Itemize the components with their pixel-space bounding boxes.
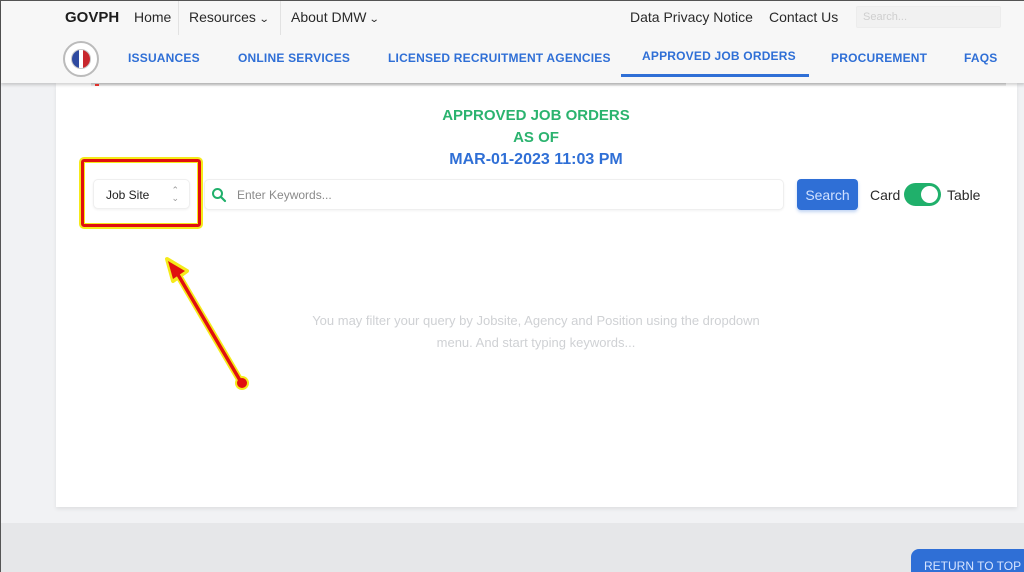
search-icon [212,188,227,203]
keyword-input[interactable] [237,185,767,205]
site-search-input[interactable] [856,6,1001,28]
nav-home-link[interactable]: Home [134,9,171,25]
tab-issuances[interactable]: ISSUANCES [128,51,200,65]
chevron-down-icon: ⌄ [258,14,270,25]
page-title: APPROVED JOB ORDERS [442,107,630,124]
tab-procurement[interactable]: PROCUREMENT [831,51,927,65]
filter-type-select[interactable]: Job Site ⌃ ⌄ [93,179,190,209]
tab-faqs[interactable]: FAQS [964,51,997,65]
search-button[interactable]: Search [797,179,858,210]
tab-approved-job-orders[interactable]: APPROVED JOB ORDERS [642,49,796,63]
nav-resources-dropdown[interactable]: Resources ⌄ [189,9,270,25]
chevron-down-icon: ⌄ [369,14,381,25]
as-of-datetime: MAR-01-2023 11:03 PM [449,151,623,168]
active-tab-indicator [621,74,809,77]
filter-hint-text: You may filter your query by Jobsite, Ag… [312,313,760,350]
updown-chevron-icon: ⌃ ⌄ [171,185,179,203]
nav-about-dropdown[interactable]: About DMW ⌄ [291,9,381,25]
view-toggle-switch[interactable] [904,183,941,206]
govph-brand-link[interactable]: GOVPH [65,9,119,26]
contact-us-link[interactable]: Contact Us [769,9,838,25]
divider [178,1,179,35]
card-top-border [91,83,1006,86]
main-navigation: ISSUANCES ONLINE SERVICES LICENSED RECRU… [1,37,1024,83]
dmw-seal-logo[interactable] [63,41,99,77]
keyword-search-field[interactable] [204,179,784,210]
annotation-arrow-icon [165,257,249,390]
top-bar: GOVPH Home Resources ⌄ About DMW ⌄ Data Pr… [1,1,1024,35]
nav-about-label: About DMW [291,9,367,25]
return-to-top-button[interactable]: RETURN TO TOP [911,549,1024,572]
table-view-label: Table [947,187,981,203]
nav-resources-label: Resources [189,9,256,25]
card-view-label: Card [870,187,901,203]
footer-area [1,523,1024,572]
tab-online-services[interactable]: ONLINE SERVICES [238,51,350,65]
tab-licensed-recruitment-agencies[interactable]: LICENSED RECRUITMENT AGENCIES [388,51,611,65]
red-accent-mark [95,84,99,86]
page-subtitle: AS OF [513,129,559,146]
toggle-knob [921,186,938,203]
data-privacy-link[interactable]: Data Privacy Notice [630,9,753,25]
seal-emblem-icon [71,49,91,69]
divider [280,1,281,35]
filter-type-selected: Job Site [106,188,150,202]
site-header: GOVPH Home Resources ⌄ About DMW ⌄ Data Pr… [1,1,1024,83]
